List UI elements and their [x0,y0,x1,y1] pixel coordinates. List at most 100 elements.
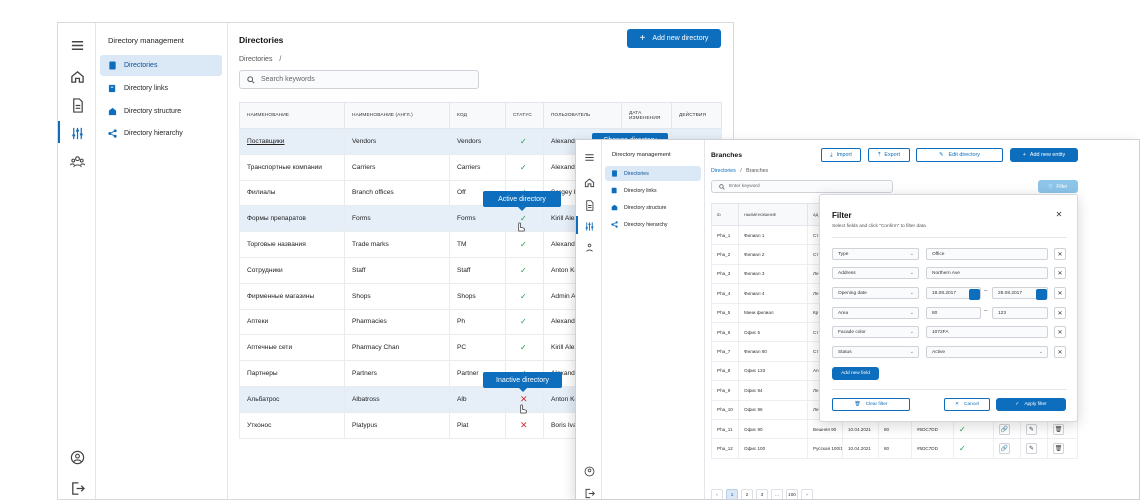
edit-directory-button[interactable]: ✎ Edit directory [916,148,1003,162]
cell-name-text: Утконос [247,421,272,429]
logout-icon[interactable] [67,478,87,498]
filter-icon: ▽ [1048,183,1053,190]
cross-icon: ✕ [520,419,528,430]
remove-field-icon[interactable]: ✕ [1054,287,1066,299]
table-row[interactable]: Pha_11 Офис 90 Вешняя 90 10.04.2021 80 #5DC7D… [711,418,1078,440]
menu-icon[interactable] [580,148,598,166]
nav-item-directories[interactable]: Directories [605,166,701,181]
nav-item-directories[interactable]: Directories [100,55,222,76]
logout-icon[interactable] [580,484,598,499]
add-field-button[interactable]: Add new field [832,367,879,380]
cell-name-text: Альбатрос [247,395,280,403]
pencil-icon[interactable]: ✎ [1026,423,1037,435]
apply-filter-button[interactable]: ✓ Apply filter [996,398,1066,411]
value-input-address[interactable]: Northern Ave [926,267,1048,279]
nav-item-directory-hierarchy[interactable]: Directory hierarchy [605,217,701,232]
check-icon: ✓ [520,240,527,250]
pencil-icon[interactable]: ✎ [1026,442,1037,454]
profile-icon[interactable] [580,462,598,480]
col-header[interactable]: КОД [449,102,506,129]
cell-name-eng-text: Trade marks [352,241,389,249]
trash-icon[interactable]: 🗑 [1053,442,1064,454]
page-button[interactable]: ... [771,489,783,499]
sliders-icon[interactable] [67,123,87,143]
clear-filter-label: Clear filter [865,402,888,407]
trash-icon[interactable]: 🗑 [1053,423,1064,435]
field-name: Status [838,349,852,355]
nav-item-directory-links[interactable]: Directory links [605,183,701,198]
col-header[interactable]: ПОЛЬЗОВАТЕЛЬ [543,102,622,129]
active-indicator [58,121,60,143]
nav-item-directory-structure[interactable]: Directory structure [100,101,222,122]
cell-name-text: Торговые названия [247,241,306,249]
col-header[interactable]: ДЕЙСТВИЯ [671,102,722,129]
page-button[interactable]: 2 [741,489,753,499]
remove-field-icon[interactable]: ✕ [1054,267,1066,279]
cell-date: 10.04.2021 [842,438,879,459]
remove-field-icon[interactable]: ✕ [1054,248,1066,260]
prev-page-button[interactable]: ‹ [711,489,723,499]
cell-name: Филиал 4 [738,283,808,304]
next-page-button[interactable]: › [801,489,813,499]
nav-item-directory-links[interactable]: Directory links [100,78,222,99]
remove-field-icon[interactable]: ✕ [1054,307,1066,319]
col-header[interactable]: НАИМЕНОВАНИЕ [738,203,808,226]
date-from-input[interactable]: 18.08.2017 [926,287,981,300]
add-directory-button[interactable]: + Add new directory [627,29,721,48]
value-input-type[interactable]: Office [926,248,1048,260]
area-from-input[interactable]: 80 [926,307,981,319]
field-value: 80 [932,310,938,316]
clear-filter-button[interactable]: 🗑 Clear filter [832,398,910,411]
col-header[interactable]: НАИМЕНОВАНИЕ (АНГЛ.) [344,102,450,129]
breadcrumb-link[interactable]: Directories [711,168,736,174]
page-button[interactable]: 3 [756,489,768,499]
remove-field-icon[interactable]: ✕ [1054,346,1066,358]
value-select-status[interactable]: Active ⌄ [926,346,1048,358]
date-to-input[interactable]: 28.08.2017 [992,287,1048,300]
col-header[interactable]: ДАТА ИЗМЕНЕНИЯ [621,102,672,129]
search-input[interactable]: Enter keyword [711,180,893,193]
cell-code: Carriers [449,153,506,181]
page-button[interactable]: 100 [786,489,798,499]
profile-icon[interactable] [67,447,87,467]
value-input-facade-color[interactable]: 1072FA [926,326,1048,338]
nav-item-directory-structure[interactable]: Directory structure [605,200,701,215]
document-icon[interactable] [67,95,87,115]
col-header[interactable]: ID [711,203,739,226]
document-icon[interactable] [580,196,598,214]
add-entity-button[interactable]: + Add new entity [1010,148,1078,162]
field-select-facade-color[interactable]: Facade color ⌄ [832,326,919,338]
field-select-status[interactable]: Status ⌄ [832,346,919,358]
field-select-opening-date[interactable]: Opening date ⌄ [832,287,919,299]
col-header[interactable]: СТАТУС [505,102,544,129]
export-button[interactable]: ⤒ Export [868,148,910,162]
calendar-icon[interactable] [968,288,980,300]
close-icon[interactable]: ✕ [1053,208,1065,220]
sliders-icon[interactable] [580,217,598,235]
search-input[interactable]: Search keywords [239,70,479,89]
nav-item-label: Directories [624,170,649,177]
filter-button[interactable]: ▽ Filter [1038,180,1078,193]
table-row[interactable]: Pha_12 Офис 100 Русская 100/1 10.04.2021 80 #… [711,438,1078,459]
home-icon[interactable] [67,66,87,86]
home-icon[interactable] [580,173,598,191]
menu-icon[interactable] [67,35,87,55]
col-header[interactable]: НАИМЕНОВАНИЕ [239,102,345,129]
cell-name-eng-text: Carriers [352,163,376,171]
breadcrumb-link[interactable]: Directories [239,56,272,63]
field-select-area[interactable]: Area ⌄ [832,307,919,319]
cell-name-text: Транспортные компании [247,163,322,171]
field-select-address[interactable]: Address ⌄ [832,267,919,279]
link-icon[interactable]: 🔗 [999,423,1010,435]
page-button[interactable]: 1 [726,489,738,499]
calendar-icon[interactable] [1035,288,1047,300]
cancel-button[interactable]: ✕ Cancel [944,398,990,411]
users-icon[interactable] [67,151,87,171]
field-select-type[interactable]: Type ⌄ [832,248,919,260]
area-to-input[interactable]: 123 [992,307,1048,319]
link-icon[interactable]: 🔗 [999,442,1010,454]
users-icon[interactable] [580,238,598,256]
remove-field-icon[interactable]: ✕ [1054,326,1066,338]
nav-item-directory-hierarchy[interactable]: Directory hierarchy [100,123,222,144]
import-button[interactable]: ⤓ Import [821,148,861,162]
